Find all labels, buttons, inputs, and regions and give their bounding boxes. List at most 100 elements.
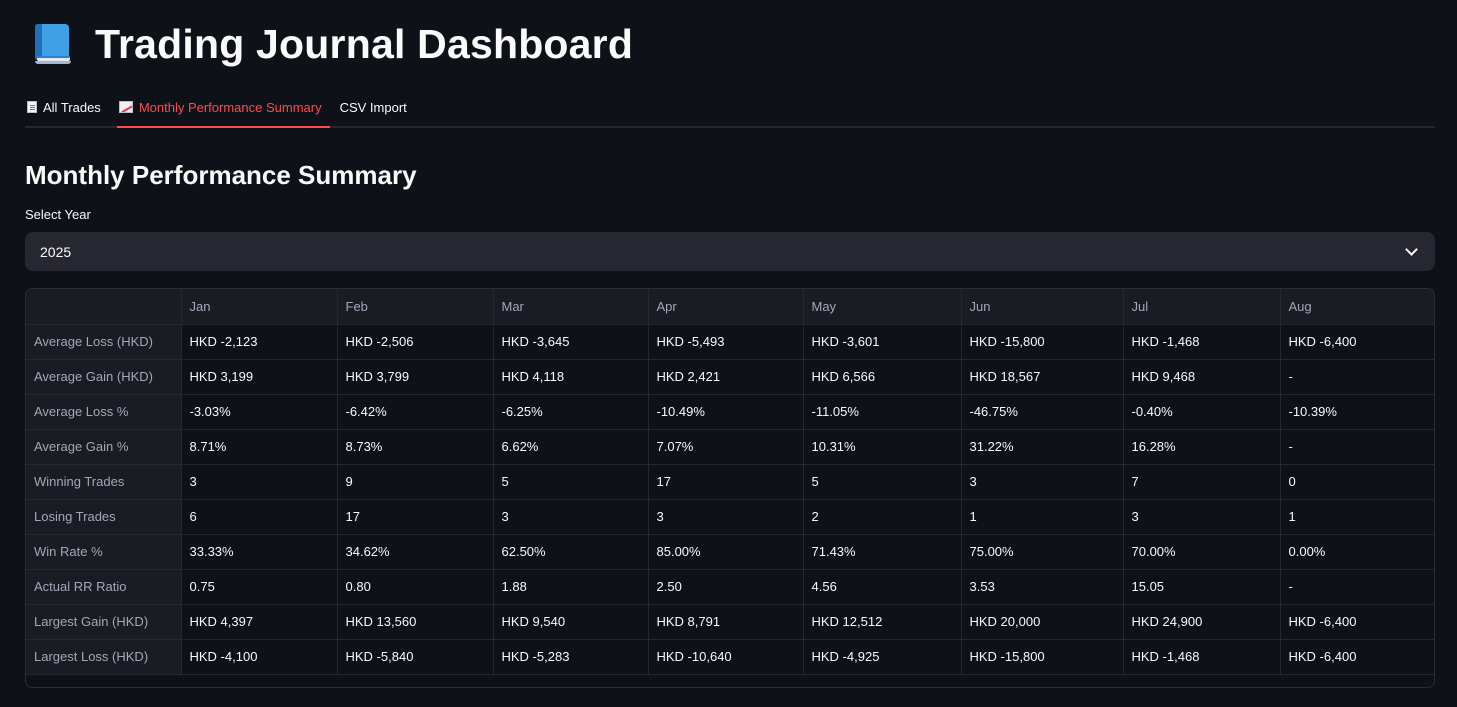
table-cell[interactable]: - <box>1280 429 1434 465</box>
table-cell[interactable]: 3 <box>181 464 338 500</box>
table-cell[interactable]: HKD 24,900 <box>1123 604 1281 640</box>
table-cell[interactable]: HKD 8,791 <box>648 604 804 640</box>
table-cell[interactable]: HKD -5,493 <box>648 324 804 360</box>
table-cell[interactable]: HKD -2,123 <box>181 324 338 360</box>
row-header-cell[interactable]: Average Gain (HKD) <box>26 359 182 395</box>
tab-csv-import[interactable]: CSV Import <box>338 88 415 126</box>
table-cell[interactable]: HKD 20,000 <box>961 604 1124 640</box>
table-cell[interactable]: - <box>1280 569 1434 605</box>
tab-monthly-performance-summary[interactable]: Monthly Performance Summary <box>116 88 330 128</box>
column-header[interactable]: Apr <box>648 289 804 325</box>
table-cell[interactable]: HKD 9,468 <box>1123 359 1281 395</box>
table-cell[interactable]: HKD -3,645 <box>493 324 649 360</box>
table-cell[interactable]: 7 <box>1123 464 1281 500</box>
table-cell[interactable]: 6 <box>181 499 338 535</box>
table-cell[interactable]: HKD -1,468 <box>1123 639 1281 675</box>
table-cell[interactable]: HKD -5,283 <box>493 639 649 675</box>
table-cell[interactable]: HKD 3,799 <box>337 359 494 395</box>
table-cell[interactable]: 7.07% <box>648 429 804 465</box>
table-cell[interactable]: 15.05 <box>1123 569 1281 605</box>
table-cell[interactable]: 10.31% <box>803 429 962 465</box>
table-cell[interactable]: HKD 4,397 <box>181 604 338 640</box>
table-cell[interactable]: 1 <box>1280 499 1434 535</box>
table-cell[interactable]: 3 <box>493 499 649 535</box>
row-header-cell[interactable]: Average Gain % <box>26 429 182 465</box>
table-cell[interactable]: HKD -10,640 <box>648 639 804 675</box>
table-cell[interactable]: 8.71% <box>181 429 338 465</box>
table-cell[interactable]: HKD 6,566 <box>803 359 962 395</box>
table-cell[interactable]: 17 <box>337 499 494 535</box>
table-cell[interactable]: 62.50% <box>493 534 649 570</box>
table-cell[interactable]: HKD 9,540 <box>493 604 649 640</box>
table-cell[interactable]: -10.39% <box>1280 394 1434 430</box>
column-header[interactable]: Jul <box>1123 289 1281 325</box>
table-cell[interactable]: 16.28% <box>1123 429 1281 465</box>
table-cell[interactable]: HKD 2,421 <box>648 359 804 395</box>
row-header-cell[interactable]: Average Loss (HKD) <box>26 324 182 360</box>
table-cell[interactable]: HKD -5,840 <box>337 639 494 675</box>
table-cell[interactable]: 0 <box>1280 464 1434 500</box>
table-cell[interactable]: 0.00% <box>1280 534 1434 570</box>
table-cell[interactable]: 31.22% <box>961 429 1124 465</box>
table-cell[interactable]: 4.56 <box>803 569 962 605</box>
table-cell[interactable]: 3.53 <box>961 569 1124 605</box>
table-cell[interactable]: 3 <box>1123 499 1281 535</box>
table-cell[interactable]: 3 <box>961 464 1124 500</box>
column-header[interactable]: May <box>803 289 962 325</box>
column-header[interactable]: Jan <box>181 289 338 325</box>
row-header-cell[interactable]: Win Rate % <box>26 534 182 570</box>
row-header-cell[interactable]: Winning Trades <box>26 464 182 500</box>
table-cell[interactable]: HKD 12,512 <box>803 604 962 640</box>
table-cell[interactable]: HKD 13,560 <box>337 604 494 640</box>
row-header-cell[interactable]: Largest Loss (HKD) <box>26 639 182 675</box>
table-cell[interactable]: 3 <box>648 499 804 535</box>
table-cell[interactable]: HKD -4,100 <box>181 639 338 675</box>
table-cell[interactable]: 0.75 <box>181 569 338 605</box>
row-header-cell[interactable]: Actual RR Ratio <box>26 569 182 605</box>
table-cell[interactable]: 71.43% <box>803 534 962 570</box>
performance-table[interactable]: Jan Feb Mar Apr May Jun Jul Aug Average Loss (H… <box>25 288 1435 688</box>
table-cell[interactable]: - <box>1280 359 1434 395</box>
table-cell[interactable]: 9 <box>337 464 494 500</box>
table-cell[interactable]: 85.00% <box>648 534 804 570</box>
table-cell[interactable]: -6.42% <box>337 394 494 430</box>
table-cell[interactable]: HKD -3,601 <box>803 324 962 360</box>
table-cell[interactable]: -46.75% <box>961 394 1124 430</box>
row-header-cell[interactable]: Average Loss % <box>26 394 182 430</box>
row-header-cell[interactable]: Losing Trades <box>26 499 182 535</box>
table-cell[interactable]: 2.50 <box>648 569 804 605</box>
table-cell[interactable]: -3.03% <box>181 394 338 430</box>
year-select[interactable]: 2025 <box>25 232 1435 271</box>
table-cell[interactable]: HKD 3,199 <box>181 359 338 395</box>
table-cell[interactable]: -11.05% <box>803 394 962 430</box>
column-header[interactable]: Feb <box>337 289 494 325</box>
table-cell[interactable]: HKD -6,400 <box>1280 604 1434 640</box>
table-cell[interactable]: HKD -1,468 <box>1123 324 1281 360</box>
table-cell[interactable]: 1.88 <box>493 569 649 605</box>
table-cell[interactable]: 6.62% <box>493 429 649 465</box>
table-cell[interactable]: 75.00% <box>961 534 1124 570</box>
table-cell[interactable]: HKD 4,118 <box>493 359 649 395</box>
table-cell[interactable]: -6.25% <box>493 394 649 430</box>
table-cell[interactable]: HKD -15,800 <box>961 639 1124 675</box>
column-header[interactable]: Mar <box>493 289 649 325</box>
table-cell[interactable]: 5 <box>493 464 649 500</box>
table-cell[interactable]: HKD -6,400 <box>1280 324 1434 360</box>
table-cell[interactable]: 70.00% <box>1123 534 1281 570</box>
table-cell[interactable]: HKD -15,800 <box>961 324 1124 360</box>
tab-all-trades[interactable]: All Trades <box>25 88 109 126</box>
table-cell[interactable]: HKD -6,400 <box>1280 639 1434 675</box>
table-cell[interactable]: 8.73% <box>337 429 494 465</box>
column-header[interactable]: Aug <box>1280 289 1434 325</box>
table-cell[interactable]: HKD -2,506 <box>337 324 494 360</box>
table-cell[interactable]: 1 <box>961 499 1124 535</box>
table-cell[interactable]: 33.33% <box>181 534 338 570</box>
table-cell[interactable]: -10.49% <box>648 394 804 430</box>
table-cell[interactable]: 5 <box>803 464 962 500</box>
table-cell[interactable]: 0.80 <box>337 569 494 605</box>
column-header[interactable]: Jun <box>961 289 1124 325</box>
table-cell[interactable]: HKD 18,567 <box>961 359 1124 395</box>
table-cell[interactable]: 2 <box>803 499 962 535</box>
table-cell[interactable]: -0.40% <box>1123 394 1281 430</box>
table-cell[interactable]: 34.62% <box>337 534 494 570</box>
